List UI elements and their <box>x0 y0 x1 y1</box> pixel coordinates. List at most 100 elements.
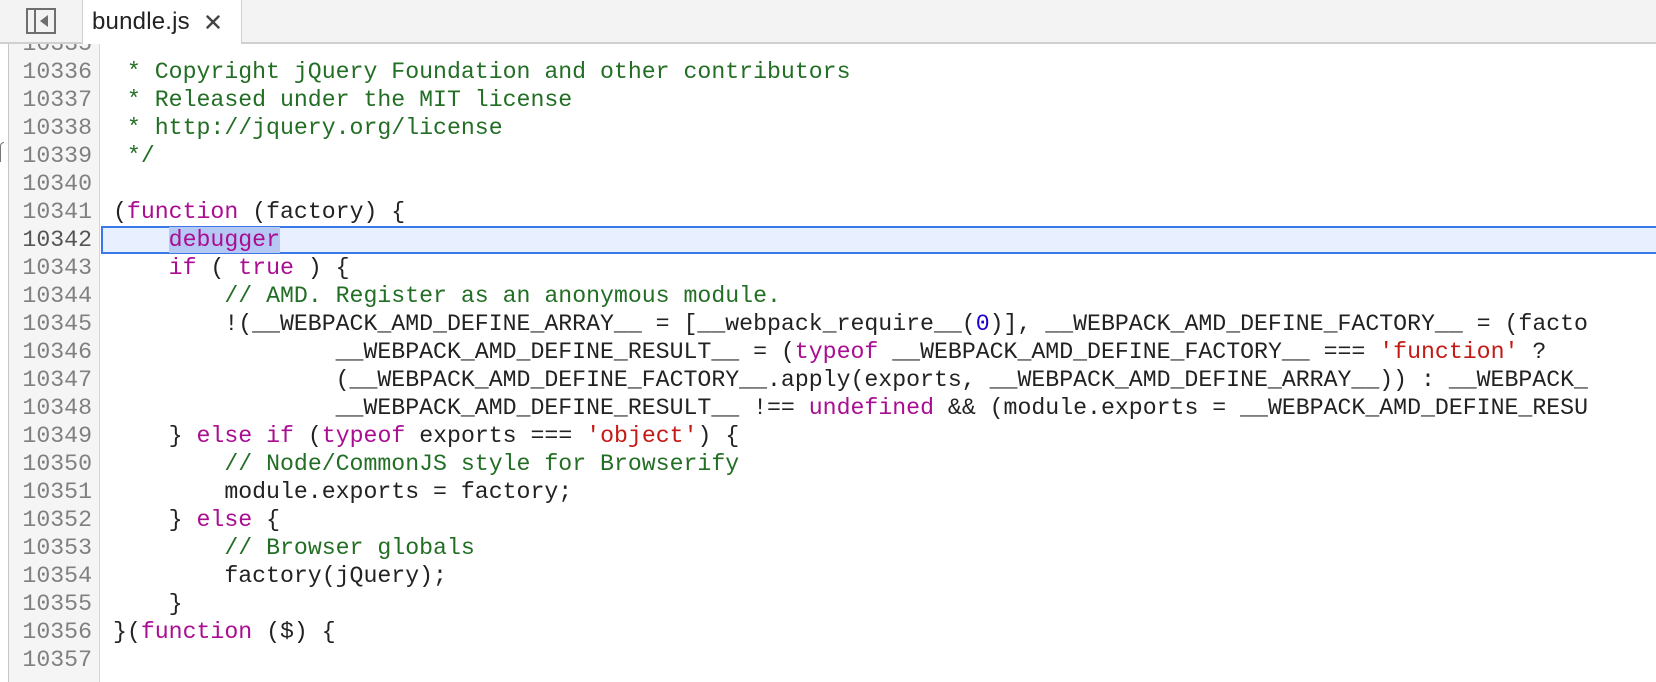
code-line[interactable]: 10336 * Copyright jQuery Foundation and … <box>0 58 1656 86</box>
code-token-kw: undefined <box>808 395 934 421</box>
line-number[interactable]: 10343 <box>10 254 92 282</box>
code-token-kw: typeof <box>794 339 879 365</box>
code-line[interactable]: 10348 __WEBPACK_AMD_DEFINE_RESULT__ !== … <box>0 394 1656 422</box>
code-token: ($) { <box>252 619 336 645</box>
code-token-str: 'function' <box>1379 339 1519 365</box>
code-token: factory(jQuery); <box>113 563 447 589</box>
code-token-kw: else <box>196 423 253 449</box>
code-token: )], __WEBPACK_AMD_DEFINE_FACTORY__ = (fa… <box>989 311 1588 337</box>
code-line[interactable]: 10353 // Browser globals <box>0 534 1656 562</box>
line-number[interactable]: 10350 <box>10 450 92 478</box>
code-line[interactable]: 10354 factory(jQuery); <box>0 562 1656 590</box>
code-token: module.exports = factory; <box>113 479 573 505</box>
code-text: */ <box>113 142 155 170</box>
line-number[interactable]: 10338 <box>10 114 92 142</box>
line-number[interactable]: 10344 <box>10 282 92 310</box>
line-number[interactable]: 10340 <box>10 170 92 198</box>
line-number[interactable]: 10357 <box>10 646 92 674</box>
code-line[interactable]: 10351 module.exports = factory; <box>0 478 1656 506</box>
line-number[interactable]: 10337 <box>10 86 92 114</box>
code-line[interactable]: 10352 } else { <box>0 506 1656 534</box>
line-number[interactable]: 10346 <box>10 338 92 366</box>
code-token: ? <box>1518 339 1547 365</box>
code-text: if ( true ) { <box>113 254 350 282</box>
code-line[interactable]: 10338 * http://jquery.org/license <box>0 114 1656 142</box>
code-line[interactable]: 10350 // Node/CommonJS style for Browser… <box>0 450 1656 478</box>
code-token-kw: if <box>266 423 294 449</box>
code-line[interactable]: 10340 <box>0 170 1656 198</box>
code-line[interactable]: 10347 (__WEBPACK_AMD_DEFINE_FACTORY__.ap… <box>0 366 1656 394</box>
code-token-kw: function <box>126 199 239 225</box>
code-token-cm: */ <box>113 143 155 169</box>
line-number[interactable]: 10355 <box>10 590 92 618</box>
code-line[interactable]: 10339 */ <box>0 142 1656 170</box>
tab-title: bundle.js <box>92 8 190 35</box>
line-number[interactable]: 10342 <box>10 226 92 254</box>
code-line[interactable]: 10357 <box>0 646 1656 674</box>
code-token: } <box>113 423 197 449</box>
code-text: * Copyright jQuery Foundation and other … <box>113 58 851 86</box>
code-token-kw: function <box>140 619 253 645</box>
code-line[interactable]: 10345 !(__WEBPACK_AMD_DEFINE_ARRAY__ = [… <box>0 310 1656 338</box>
code-token-kw: true <box>238 255 294 281</box>
line-number[interactable]: 10354 <box>10 562 92 590</box>
line-number[interactable]: 10353 <box>10 534 92 562</box>
code-text: (function (factory) { <box>113 198 405 226</box>
line-number[interactable]: 10347 <box>10 366 92 394</box>
line-number[interactable]: 10341 <box>10 198 92 226</box>
code-token-kw: debugger <box>168 227 280 253</box>
code-text: !(__WEBPACK_AMD_DEFINE_ARRAY__ = [__webp… <box>113 310 1588 338</box>
code-text: (__WEBPACK_AMD_DEFINE_FACTORY__.apply(ex… <box>113 366 1588 394</box>
tab-bundle-js[interactable]: bundle.js <box>82 0 242 44</box>
sidebar-toggle-button[interactable] <box>0 0 82 42</box>
line-number[interactable]: 10351 <box>10 478 92 506</box>
code-token: }( <box>113 619 141 645</box>
code-token: } <box>113 507 197 533</box>
line-number[interactable]: 10349 <box>10 422 92 450</box>
code-line[interactable]: 10337 * Released under the MIT license <box>0 86 1656 114</box>
source-editor-window: bundle.js 10335 * 10336 * Copyright jQuer… <box>0 0 1656 682</box>
code-line[interactable]: 10349 } else if (typeof exports === 'obj… <box>0 422 1656 450</box>
sidebar-toggle-icon <box>26 8 56 34</box>
line-number[interactable]: 10339 <box>10 142 92 170</box>
code-line[interactable]: 10346 __WEBPACK_AMD_DEFINE_RESULT__ = (t… <box>0 338 1656 366</box>
code-token-num: 0 <box>975 311 990 337</box>
code-token: __WEBPACK_AMD_DEFINE_FACTORY__ === <box>878 339 1380 365</box>
code-text: debugger <box>113 226 280 254</box>
code-token: exports === <box>405 423 587 449</box>
close-icon[interactable] <box>204 13 222 31</box>
code-line[interactable]: 10335 * <box>0 44 1656 58</box>
code-token-kw: if <box>168 255 197 281</box>
code-text: // Browser globals <box>113 534 474 562</box>
line-number[interactable]: 10352 <box>10 506 92 534</box>
code-line[interactable]: 10356 }(function ($) { <box>0 618 1656 646</box>
code-text: }(function ($) { <box>113 618 336 646</box>
code-line[interactable]: 10344 // AMD. Register as an anonymous m… <box>0 282 1656 310</box>
code-token: (__WEBPACK_AMD_DEFINE_FACTORY__.apply(ex… <box>113 367 1588 393</box>
code-token-cm: // Node/CommonJS style for Browserify <box>224 451 740 477</box>
code-text: } else if (typeof exports === 'object') … <box>113 422 740 450</box>
code-editor[interactable]: 10335 * 10336 * Copyright jQuery Foundati… <box>0 44 1656 682</box>
code-text: module.exports = factory; <box>113 478 572 506</box>
line-number[interactable]: 10335 <box>10 44 92 58</box>
code-text: // Node/CommonJS style for Browserify <box>113 450 739 478</box>
line-number[interactable]: 10348 <box>10 394 92 422</box>
code-text: * <box>113 44 141 58</box>
code-line[interactable]: 10343 if ( true ) { <box>0 254 1656 282</box>
code-token-str: 'object' <box>586 423 698 449</box>
code-text: // AMD. Register as an anonymous module. <box>113 282 781 310</box>
line-number[interactable]: 10345 <box>10 310 92 338</box>
code-line[interactable]: 10355 } <box>0 590 1656 618</box>
code-token: ( <box>293 423 322 449</box>
code-token: (factory) { <box>238 199 406 225</box>
code-line[interactable]: 10341 (function (factory) { <box>0 198 1656 226</box>
line-number[interactable]: 10356 <box>10 618 92 646</box>
code-line-active[interactable]: 10342 debugger <box>0 226 1656 254</box>
code-token: ( <box>113 199 127 225</box>
line-number[interactable]: 10336 <box>10 58 92 86</box>
